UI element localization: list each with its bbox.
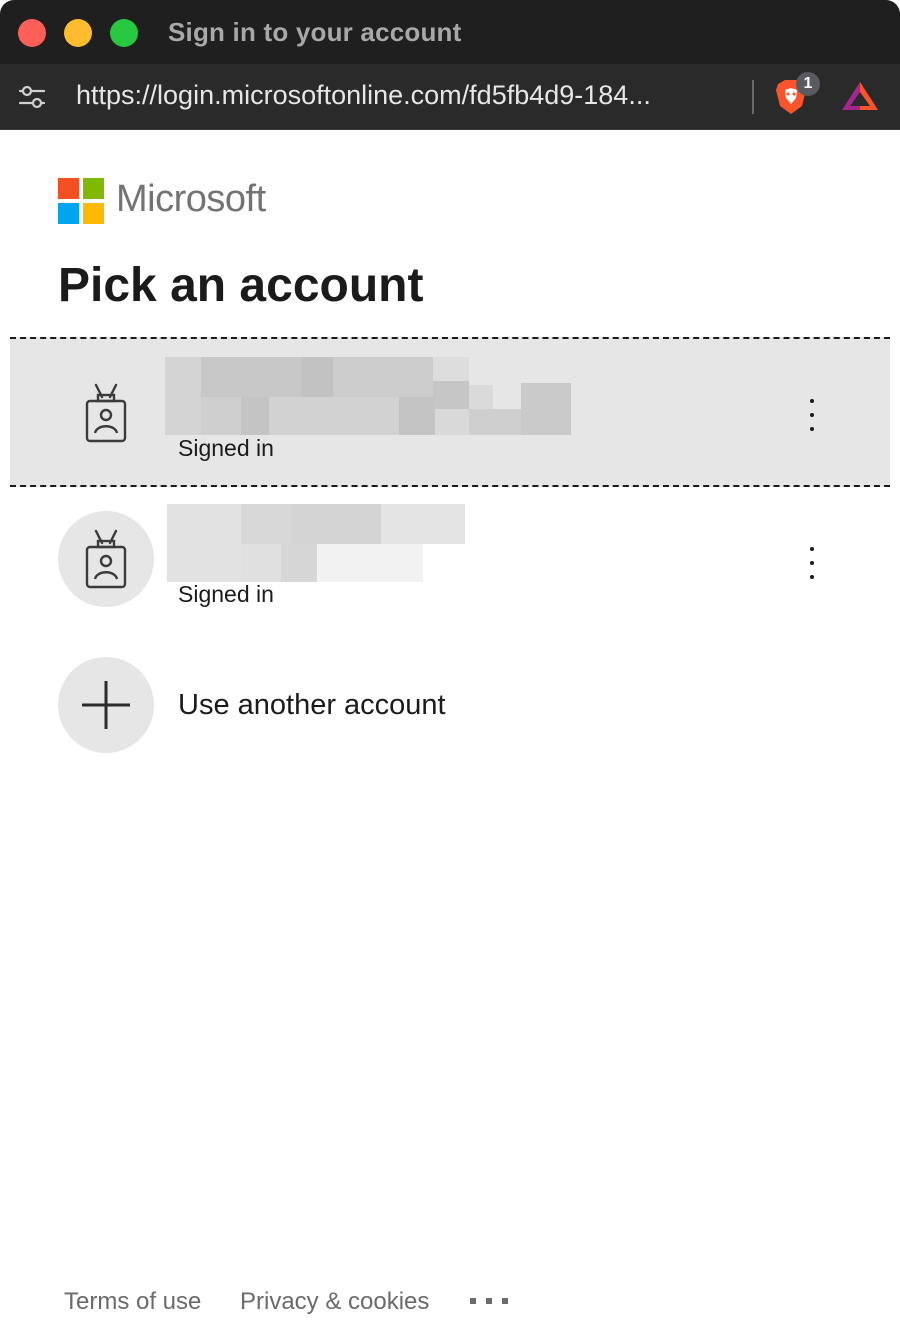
site-settings-icon[interactable] [18, 84, 46, 110]
close-window-button[interactable] [18, 19, 46, 47]
use-another-account-tile[interactable]: Use another account [10, 655, 890, 755]
address-bar[interactable]: https://login.microsoftonline.com/fd5fb4… [0, 64, 900, 130]
account-status: Signed in [178, 435, 274, 461]
badge-icon [85, 383, 127, 443]
plus-icon [82, 681, 130, 729]
footer-more-button[interactable] [470, 1298, 510, 1306]
terms-of-use-link[interactable]: Terms of use [64, 1288, 201, 1316]
logo-square-blue [58, 203, 79, 224]
microsoft-wordmark: Microsoft [116, 178, 266, 220]
window-title: Sign in to your account [168, 17, 462, 47]
page-title: Pick an account [58, 259, 424, 312]
add-account-avatar [58, 657, 154, 753]
zoom-window-button[interactable] [110, 19, 138, 47]
url-divider [752, 80, 754, 114]
privacy-cookies-link[interactable]: Privacy & cookies [240, 1288, 429, 1316]
more-options-button[interactable] [800, 543, 824, 583]
window-titlebar: Sign in to your account [0, 0, 900, 64]
microsoft-logo [58, 178, 104, 224]
account-name-redacted [165, 504, 465, 582]
logo-square-red [58, 178, 79, 199]
more-options-button[interactable] [800, 395, 824, 435]
logo-square-green [83, 178, 104, 199]
url-text[interactable]: https://login.microsoftonline.com/fd5fb4… [76, 80, 736, 111]
use-another-account-label: Use another account [178, 689, 446, 721]
footer: Terms of use Privacy & cookies [0, 1284, 900, 1324]
account-tile-1[interactable]: Signed in [10, 337, 890, 487]
account-avatar [58, 511, 154, 607]
account-status: Signed in [178, 581, 274, 607]
brave-shields-count-badge: 1 [796, 72, 820, 96]
account-name-redacted [165, 357, 571, 435]
badge-icon [85, 529, 127, 589]
account-tile-2[interactable]: Signed in [10, 497, 890, 627]
brave-rewards-icon[interactable] [840, 80, 880, 112]
minimize-window-button[interactable] [64, 19, 92, 47]
account-avatar [58, 365, 154, 461]
logo-square-yellow [83, 203, 104, 224]
